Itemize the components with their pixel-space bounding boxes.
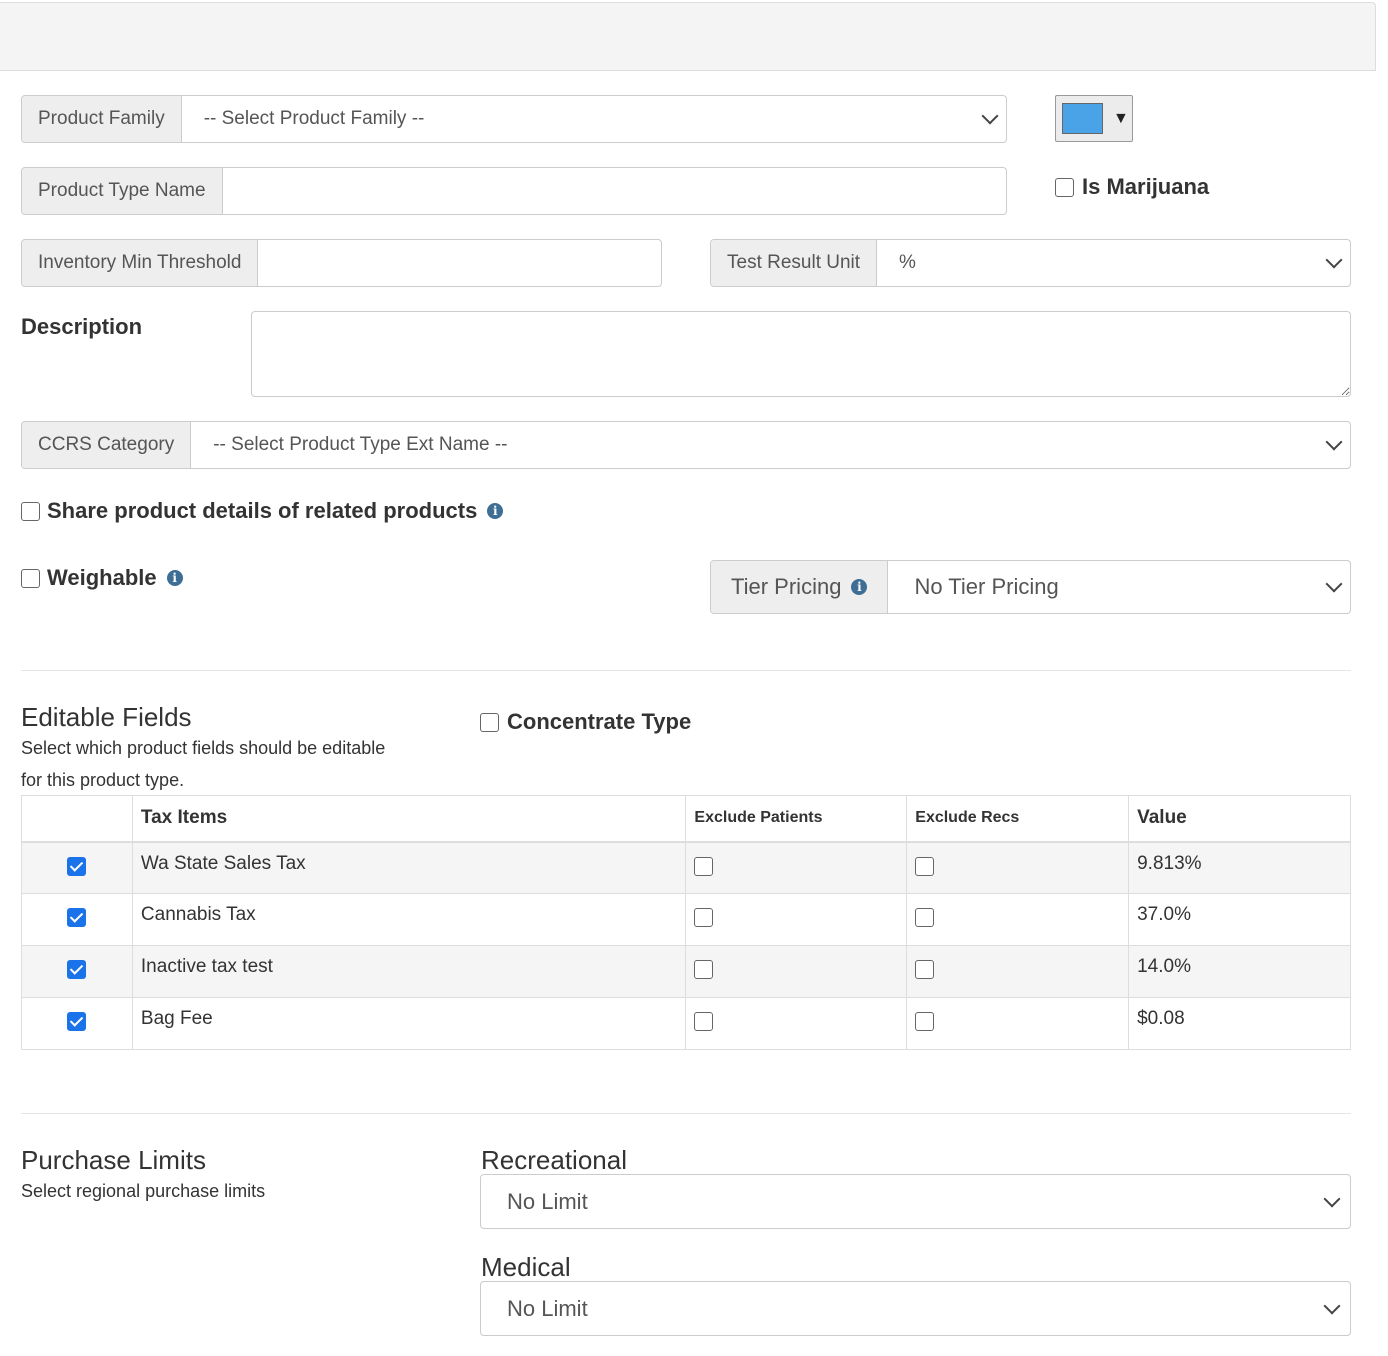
- exclude-recs-checkbox[interactable]: [915, 960, 935, 979]
- ccrs-category-group: CCRS Category -- Select Product Type Ext…: [21, 421, 1351, 469]
- product-family-select[interactable]: -- Select Product Family --: [182, 96, 1006, 142]
- editable-fields-subtitle-2: for this product type.: [21, 770, 185, 790]
- exclude-recs-checkbox[interactable]: [915, 856, 935, 876]
- tier-pricing-group: Tier Pricing i No Tier Pricing: [710, 560, 1351, 614]
- table-row: Inactive tax test 14.0%: [21, 945, 1351, 998]
- tax-items-table: Tax Items Exclude Patients Exclude Recs …: [21, 795, 1351, 1050]
- color-picker-button[interactable]: ▼: [1055, 95, 1133, 142]
- table-header-exclude-recs: Exclude Recs: [906, 795, 1130, 843]
- tax-item-checkbox[interactable]: [67, 960, 87, 979]
- inventory-min-threshold-input[interactable]: [268, 240, 661, 286]
- test-result-unit-select[interactable]: %: [877, 240, 1350, 286]
- product-type-name-field: [223, 168, 1006, 214]
- color-swatch: [1062, 103, 1103, 134]
- inventory-min-threshold-label: Inventory Min Threshold: [22, 240, 259, 286]
- table-header-select: [21, 795, 133, 843]
- product-family-label: Product Family: [22, 96, 182, 142]
- inventory-min-threshold-field: [258, 240, 661, 286]
- tier-pricing-select[interactable]: No Tier Pricing: [888, 561, 1350, 613]
- exclude-patients-checkbox[interactable]: [694, 908, 714, 927]
- tax-item-checkbox[interactable]: [67, 908, 87, 927]
- tax-item-name: Cannabis Tax: [131, 893, 687, 946]
- is-marijuana-checkbox[interactable]: [1055, 177, 1074, 197]
- table-header-row: Tax Items Exclude Patients Exclude Recs …: [21, 795, 1351, 843]
- description-label: Description: [21, 314, 143, 339]
- medical-label: Medical: [481, 1252, 571, 1282]
- exclude-patients-checkbox[interactable]: [694, 960, 714, 979]
- share-product-details-label: Share product details of related product…: [47, 498, 478, 523]
- test-result-unit-label: Test Result Unit: [711, 240, 878, 286]
- info-icon[interactable]: i: [487, 503, 504, 519]
- product-type-name-label: Product Type Name: [22, 168, 223, 214]
- exclude-recs-checkbox[interactable]: [915, 908, 935, 927]
- info-icon[interactable]: i: [851, 579, 868, 595]
- ccrs-category-label: CCRS Category: [22, 422, 192, 468]
- ccrs-category-select[interactable]: -- Select Product Type Ext Name --: [191, 422, 1350, 468]
- purchase-limits-subtitle: Select regional purchase limits: [21, 1181, 266, 1201]
- table-header-tax-items: Tax Items: [131, 795, 687, 843]
- table-header-value: Value: [1128, 795, 1351, 843]
- product-type-name-group: Product Type Name: [21, 167, 1007, 215]
- tax-item-value: 14.0%: [1128, 945, 1351, 998]
- tax-item-name: Inactive tax test: [131, 945, 687, 998]
- tax-item-value: 9.813%: [1128, 841, 1351, 894]
- section-divider: [21, 670, 1351, 671]
- weighable-label: Weighable: [47, 565, 157, 590]
- test-result-unit-group: Test Result Unit %: [710, 239, 1351, 287]
- tier-pricing-addon: Tier Pricing i: [711, 561, 889, 613]
- table-row: Wa State Sales Tax 9.813%: [21, 841, 1351, 894]
- tax-item-checkbox[interactable]: [67, 1012, 87, 1031]
- tax-item-value: $0.08: [1128, 997, 1351, 1050]
- share-product-details-checkbox[interactable]: [21, 501, 40, 521]
- editable-fields-title: Editable Fields: [21, 702, 192, 732]
- exclude-patients-checkbox[interactable]: [694, 856, 714, 876]
- tax-item-value: 37.0%: [1128, 893, 1351, 946]
- product-family-group: Product Family -- Select Product Family …: [21, 95, 1007, 143]
- recreational-limit-select[interactable]: No Limit: [480, 1174, 1351, 1229]
- purchase-limits-title: Purchase Limits: [21, 1145, 206, 1175]
- inventory-min-threshold-group: Inventory Min Threshold: [21, 239, 662, 287]
- table-header-exclude-patients: Exclude Patients: [685, 795, 908, 843]
- editable-fields-subtitle-1: Select which product fields should be ed…: [21, 738, 386, 758]
- concentrate-type-checkbox[interactable]: [480, 712, 499, 732]
- caret-down-icon: ▼: [1113, 109, 1129, 127]
- tier-pricing-label: Tier Pricing: [731, 574, 842, 599]
- tax-item-name: Wa State Sales Tax: [131, 841, 687, 894]
- medical-limit-select[interactable]: No Limit: [480, 1281, 1351, 1336]
- product-type-name-input[interactable]: [232, 168, 1006, 214]
- is-marijuana-checkbox-row: Is Marijuana: [1055, 174, 1209, 200]
- description-textarea[interactable]: [251, 311, 1351, 397]
- info-icon[interactable]: i: [166, 570, 183, 586]
- weighable-row: Weighable i: [21, 565, 183, 591]
- table-row: Cannabis Tax 37.0%: [21, 893, 1351, 946]
- concentrate-type-label: Concentrate Type: [507, 709, 692, 734]
- exclude-patients-checkbox[interactable]: [694, 1012, 714, 1031]
- modal-header: [0, 2, 1376, 71]
- is-marijuana-label: Is Marijuana: [1082, 174, 1210, 199]
- share-product-details-row: Share product details of related product…: [21, 498, 504, 524]
- section-divider: [21, 1113, 1351, 1114]
- tax-item-checkbox[interactable]: [67, 856, 87, 876]
- weighable-checkbox[interactable]: [21, 568, 40, 588]
- exclude-recs-checkbox[interactable]: [915, 1012, 935, 1031]
- concentrate-type-row: Concentrate Type: [480, 709, 691, 735]
- tax-item-name: Bag Fee: [131, 997, 687, 1050]
- recreational-label: Recreational: [481, 1145, 627, 1175]
- table-row: Bag Fee $0.08: [21, 997, 1351, 1050]
